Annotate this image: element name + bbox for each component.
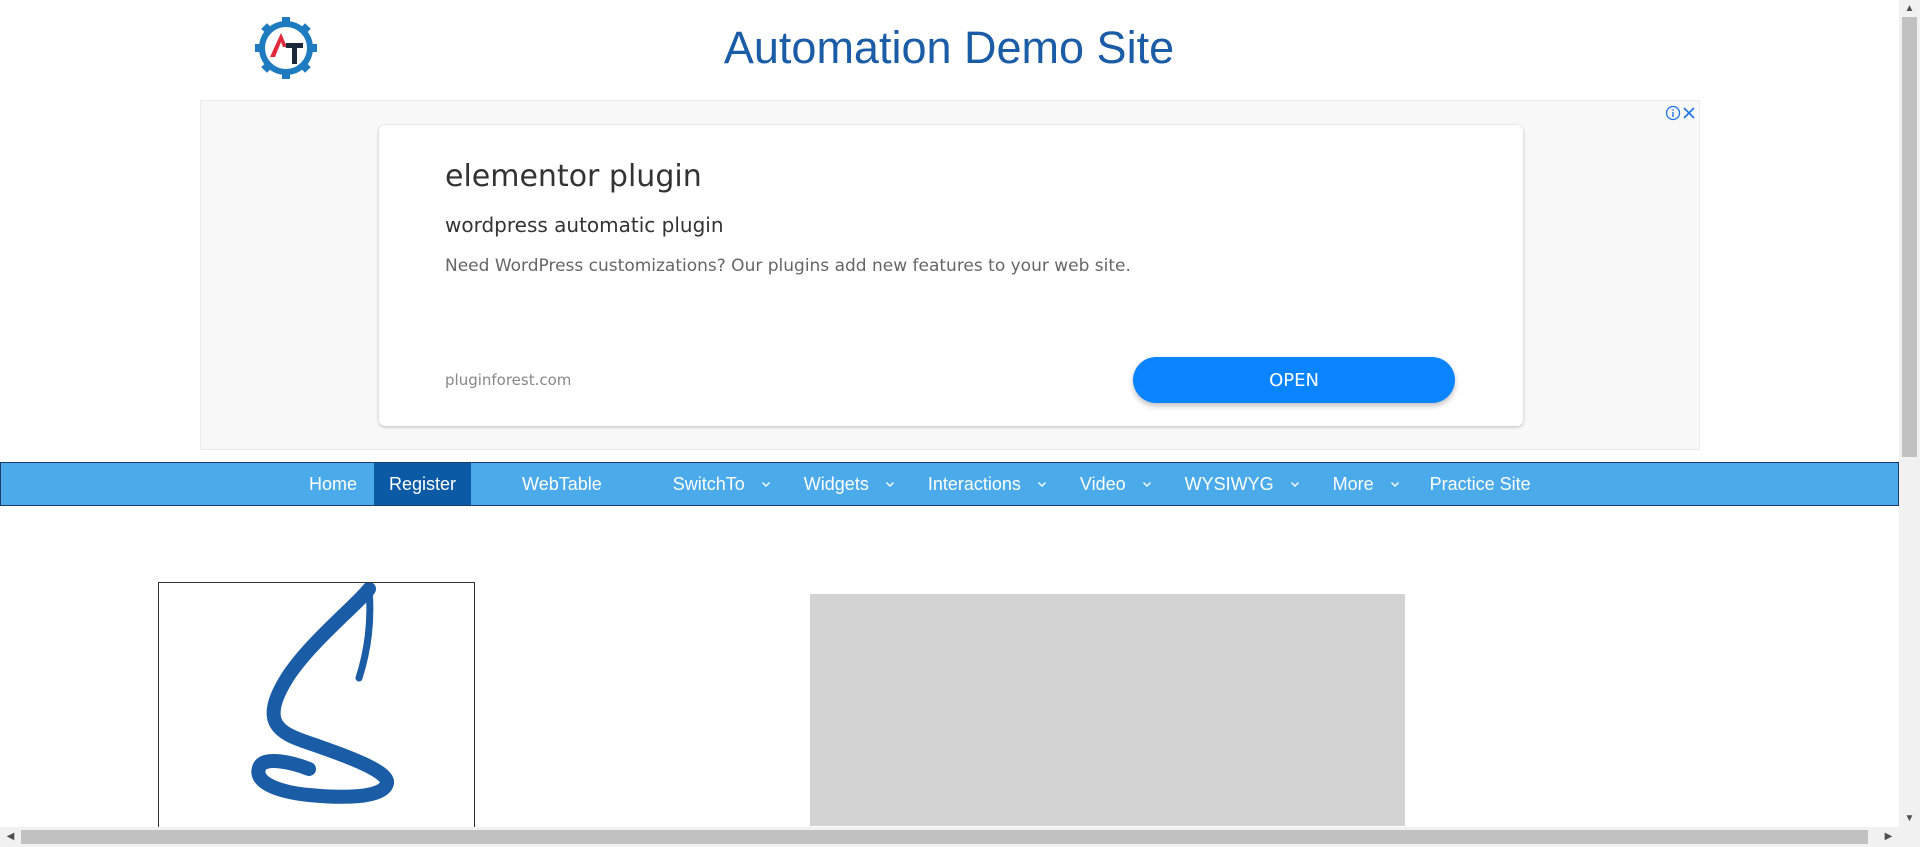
nav-item-widgets[interactable]: Widgets <box>771 463 895 505</box>
horizontal-scroll-thumb[interactable] <box>21 830 1868 844</box>
ad-banner[interactable]: elementor plugin wordpress automatic plu… <box>200 100 1700 450</box>
close-icon[interactable] <box>1681 105 1697 121</box>
nav-item-label: Widgets <box>803 473 869 494</box>
chevron-down-icon <box>1290 482 1299 487</box>
nav-item-label: Register <box>389 473 457 494</box>
nav-item-webtable[interactable]: WebTable <box>471 463 638 505</box>
nav-item-label: Interactions <box>927 473 1021 494</box>
nav-item-label: WebTable <box>522 473 602 494</box>
horizontal-scrollbar[interactable]: ◀ ▶ <box>0 827 1920 847</box>
nav-item-label: Practice Site <box>1429 473 1531 494</box>
scroll-up-arrow-icon[interactable]: ▲ <box>1899 0 1920 17</box>
chevron-down-icon <box>761 482 770 487</box>
nav-item-label: SwitchTo <box>672 473 745 494</box>
nav-item-interactions[interactable]: Interactions <box>895 463 1047 505</box>
nav-item-register[interactable]: Register <box>374 463 472 505</box>
nav-item-switchto[interactable]: SwitchTo <box>638 463 771 505</box>
site-title: Automation Demo Site <box>723 22 1175 73</box>
ad-description: Need WordPress customizations? Our plugi… <box>445 256 1131 276</box>
vertical-scrollbar[interactable]: ▲ ▼ <box>1899 0 1920 827</box>
nav-item-label: WYSIWYG <box>1184 473 1274 494</box>
chevron-down-icon <box>1037 482 1046 487</box>
chevron-down-icon <box>1390 482 1399 487</box>
nav-item-video[interactable]: Video <box>1047 463 1152 505</box>
ad-card[interactable]: elementor plugin wordpress automatic plu… <box>379 125 1523 426</box>
nav-item-label: Home <box>309 473 358 494</box>
chevron-down-icon <box>1142 482 1151 487</box>
nav-list: Home Register WebTable SwitchTo Widgets Inter… <box>292 463 1547 505</box>
nav-item-home[interactable]: Home <box>292 463 374 505</box>
ad-domain[interactable]: pluginforest.com <box>445 371 571 389</box>
scroll-left-arrow-icon[interactable]: ◀ <box>2 827 19 847</box>
chevron-down-icon <box>885 482 894 487</box>
ad-subheadline: wordpress automatic plugin <box>445 213 724 237</box>
scroll-down-arrow-icon[interactable]: ▼ <box>1899 810 1920 827</box>
nav-item-label: More <box>1332 473 1374 494</box>
nav-item-wysiwyg[interactable]: WYSIWYG <box>1152 463 1300 505</box>
ad-open-button[interactable]: OPEN <box>1133 357 1455 403</box>
signature-s-logo-icon <box>251 582 394 804</box>
signature-box <box>158 582 475 832</box>
nav-item-more[interactable]: More <box>1300 463 1400 505</box>
video-placeholder[interactable] <box>810 594 1405 826</box>
ad-info-icon[interactable] <box>1665 105 1681 121</box>
scroll-right-arrow-icon[interactable]: ▶ <box>1880 827 1897 847</box>
main-nav: Home Register WebTable SwitchTo Widgets Inter… <box>0 462 1899 506</box>
vertical-scroll-thumb[interactable] <box>1902 17 1917 457</box>
nav-item-label: Video <box>1079 473 1126 494</box>
nav-item-practice-site[interactable]: Practice Site <box>1400 463 1547 505</box>
ad-headline[interactable]: elementor plugin <box>445 159 702 194</box>
